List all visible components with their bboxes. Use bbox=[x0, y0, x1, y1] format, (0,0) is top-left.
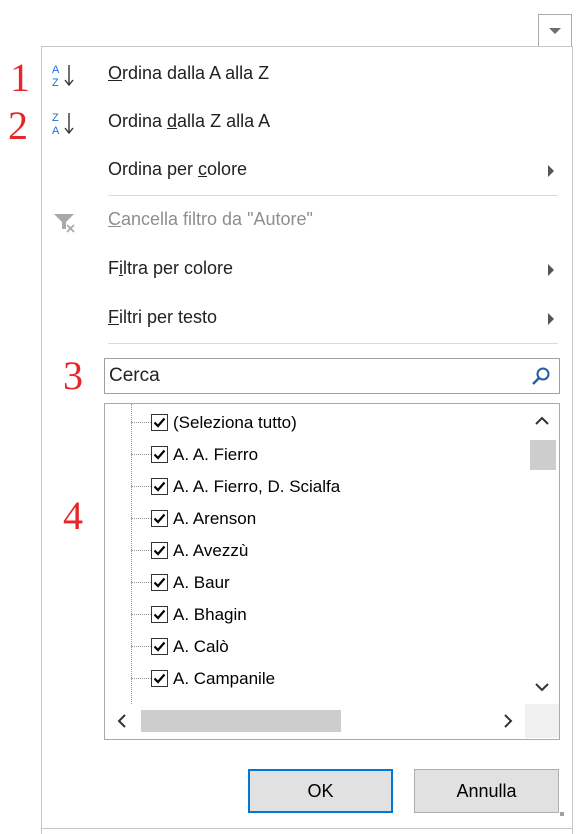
list-item-label: A. Bhagin bbox=[173, 605, 247, 624]
tree-connector bbox=[131, 518, 151, 519]
checkmark-icon bbox=[153, 577, 166, 588]
checkbox[interactable] bbox=[151, 606, 168, 623]
list-item-label: A. Calò bbox=[173, 637, 229, 656]
list-item-label: A. A. Fierro bbox=[173, 445, 259, 464]
scrollbar-corner bbox=[525, 704, 559, 738]
text-filters-label: Filtri per testo bbox=[108, 307, 218, 327]
panel-bottom-edge bbox=[41, 828, 573, 829]
sort-z-to-a-label: Ordina dalla Z alla A bbox=[108, 111, 271, 131]
values-list-content: (Seleziona tutto) A. A. Fierro A. A. Fierr… bbox=[105, 404, 525, 704]
tree-connector bbox=[131, 614, 151, 615]
sort-by-color-label: Ordina per colore bbox=[108, 159, 248, 179]
checkbox[interactable] bbox=[151, 510, 168, 527]
menu-item-clear-filter[interactable]: Cancella filtro da "Autore" bbox=[42, 198, 572, 244]
sort-ascending-icon: A Z bbox=[52, 64, 74, 89]
clear-filter-label: Cancella filtro da "Autore" bbox=[108, 209, 313, 229]
tree-connector bbox=[131, 454, 151, 455]
values-list: (Seleziona tutto) A. A. Fierro A. A. Fierr… bbox=[104, 403, 560, 740]
scroll-down-icon[interactable] bbox=[533, 678, 551, 696]
filter-dropdown-button[interactable] bbox=[538, 14, 572, 47]
checkmark-icon bbox=[153, 481, 166, 492]
cancel-button[interactable]: Annulla bbox=[414, 769, 559, 813]
tree-connector bbox=[131, 678, 151, 679]
list-item[interactable]: A. Baur bbox=[131, 568, 525, 598]
menu-item-sort-by-color[interactable]: Ordina per colore bbox=[42, 148, 572, 194]
menu-item-text-filters[interactable]: Filtri per testo bbox=[42, 296, 572, 342]
list-item[interactable]: A. Avezzù bbox=[131, 536, 525, 566]
scroll-up-icon[interactable] bbox=[533, 412, 551, 430]
submenu-arrow-icon bbox=[548, 264, 554, 276]
submenu-arrow-icon bbox=[548, 313, 554, 325]
checkbox[interactable] bbox=[151, 446, 168, 463]
search-input[interactable] bbox=[105, 359, 525, 393]
list-item[interactable]: A. Campanile bbox=[131, 664, 525, 694]
list-item-label: A. A. Fierro, D. Scialfa bbox=[173, 477, 341, 496]
filter-by-color-label: Filtra per colore bbox=[108, 258, 234, 278]
horizontal-scroll-thumb[interactable] bbox=[141, 710, 341, 732]
svg-text:A: A bbox=[52, 125, 60, 137]
submenu-arrow-icon bbox=[548, 165, 554, 177]
list-item[interactable]: A. Arenson bbox=[131, 504, 525, 534]
tree-connector bbox=[131, 646, 151, 647]
menu-item-sort-a-to-z[interactable]: A Z Ordina dalla A alla Z bbox=[42, 52, 572, 98]
checkbox[interactable] bbox=[151, 574, 168, 591]
checkmark-icon bbox=[153, 641, 166, 652]
checkmark-icon bbox=[153, 545, 166, 556]
svg-text:A: A bbox=[52, 64, 60, 76]
svg-text:Z: Z bbox=[52, 112, 59, 124]
menu-item-filter-by-color[interactable]: Filtra per colore bbox=[42, 247, 572, 293]
list-item-label: (Seleziona tutto) bbox=[173, 413, 297, 432]
menu-separator bbox=[108, 343, 558, 344]
list-item-label: A. Baur bbox=[173, 573, 230, 592]
list-item[interactable]: A. Calò bbox=[131, 632, 525, 662]
scroll-right-icon[interactable] bbox=[499, 712, 517, 730]
sort-descending-icon: Z A bbox=[52, 112, 74, 137]
checkmark-icon bbox=[153, 609, 166, 620]
search-box bbox=[104, 358, 560, 394]
checkbox[interactable] bbox=[151, 542, 168, 559]
checkmark-icon bbox=[153, 417, 166, 428]
list-item[interactable]: A. Bhagin bbox=[131, 600, 525, 630]
sort-a-to-z-label: Ordina dalla A alla Z bbox=[108, 63, 270, 83]
tree-connector bbox=[131, 550, 151, 551]
annotation-number-1: 1 bbox=[10, 55, 30, 100]
list-item[interactable]: A. A. Fierro bbox=[131, 440, 525, 470]
vertical-scrollbar[interactable] bbox=[525, 404, 559, 704]
tree-connector bbox=[131, 486, 151, 487]
annotation-number-4: 4 bbox=[63, 493, 83, 538]
checkbox[interactable] bbox=[151, 670, 168, 687]
annotation-number-3: 3 bbox=[63, 353, 83, 398]
horizontal-scrollbar[interactable] bbox=[105, 704, 525, 738]
list-item[interactable]: A. A. Fierro, D. Scialfa bbox=[131, 472, 525, 502]
checkmark-icon bbox=[153, 513, 166, 524]
checkbox[interactable] bbox=[151, 478, 168, 495]
checkbox[interactable] bbox=[151, 638, 168, 655]
tree-connector bbox=[131, 582, 151, 583]
checkbox[interactable] bbox=[151, 414, 168, 431]
checkmark-icon bbox=[153, 449, 166, 460]
menu-separator bbox=[108, 195, 558, 196]
annotation-number-2: 2 bbox=[8, 103, 28, 148]
ok-button[interactable]: OK bbox=[248, 769, 393, 813]
chevron-down-icon bbox=[549, 27, 561, 34]
resize-grip-icon[interactable] bbox=[560, 812, 564, 816]
menu-item-sort-z-to-a[interactable]: Z A Ordina dalla Z alla A bbox=[42, 100, 572, 146]
list-item-label: A. Avezzù bbox=[173, 541, 249, 560]
search-icon[interactable] bbox=[531, 366, 551, 386]
list-item-label: A. Arenson bbox=[173, 509, 257, 528]
scroll-left-icon[interactable] bbox=[113, 712, 131, 730]
vertical-scroll-thumb[interactable] bbox=[530, 440, 556, 470]
list-item[interactable]: (Seleziona tutto) bbox=[131, 408, 525, 438]
svg-text:Z: Z bbox=[52, 77, 59, 89]
tree-connector bbox=[131, 422, 151, 423]
clear-filter-icon bbox=[54, 214, 75, 233]
checkmark-icon bbox=[153, 673, 166, 684]
list-item-label: A. Campanile bbox=[173, 669, 276, 688]
